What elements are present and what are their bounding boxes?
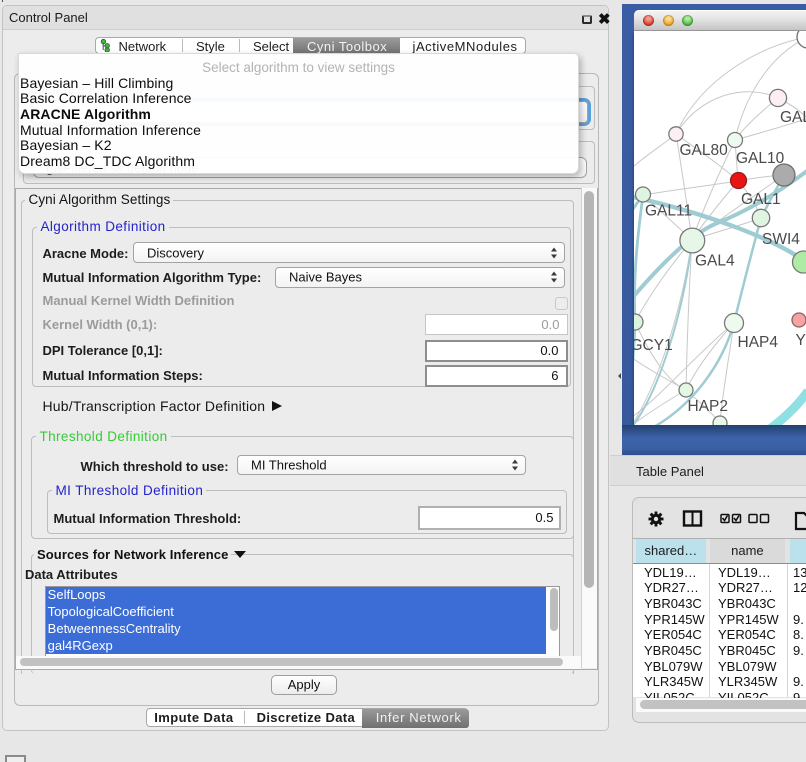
svg-text:HAP2: HAP2: [688, 398, 729, 415]
svg-text:GAL: GAL: [780, 109, 806, 126]
svg-text:GAL80: GAL80: [680, 142, 729, 159]
svg-text:SWI4: SWI4: [762, 231, 800, 248]
svg-text:GAL4: GAL4: [695, 253, 735, 270]
svg-text:GAL10: GAL10: [736, 150, 785, 167]
svg-text:HAP4: HAP4: [738, 334, 779, 351]
svg-text:GAL11: GAL11: [645, 203, 692, 220]
svg-text:GCY1: GCY1: [634, 337, 673, 354]
svg-text:Y: Y: [796, 332, 806, 349]
svg-text:GAL1: GAL1: [741, 191, 781, 208]
